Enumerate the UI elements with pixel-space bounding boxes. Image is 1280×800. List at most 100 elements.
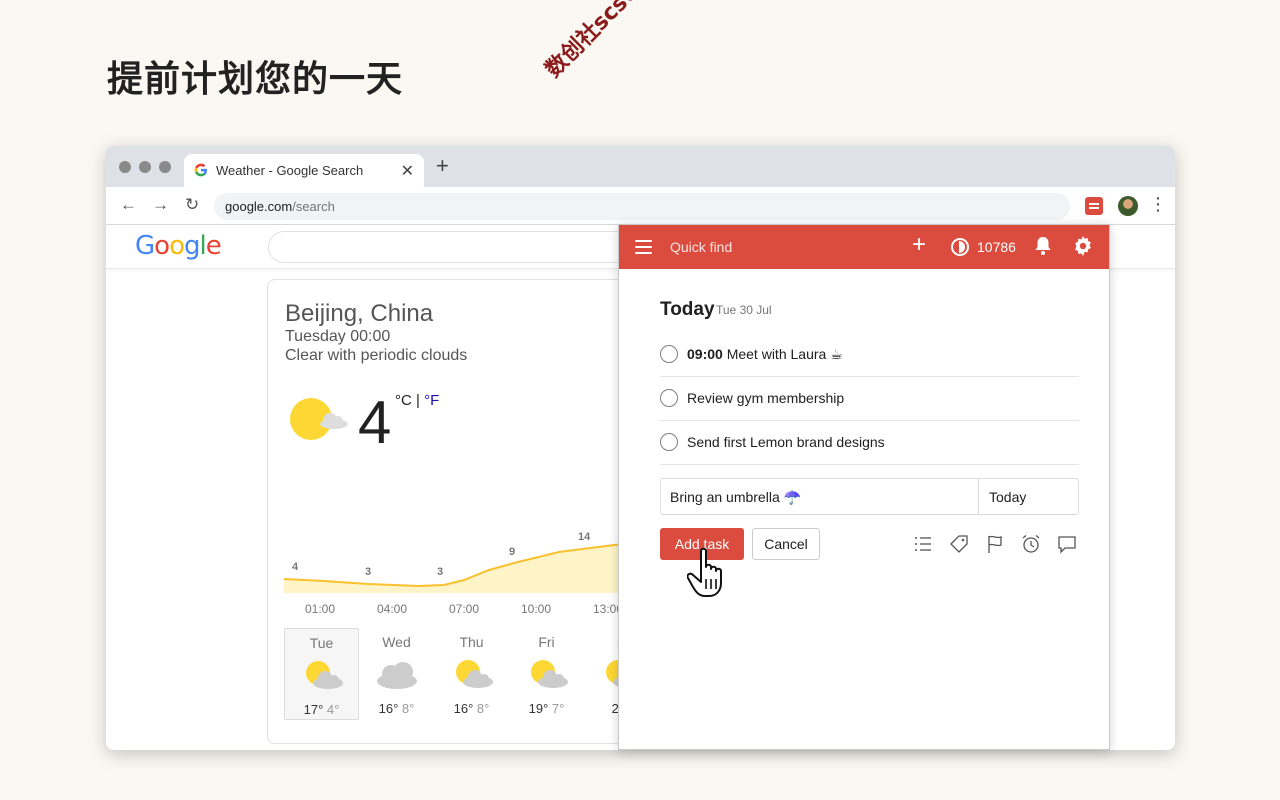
weather-time: Tuesday 00:00 — [285, 328, 391, 345]
todoist-extension-icon[interactable] — [1085, 197, 1103, 215]
chart-label: 3 — [365, 566, 372, 578]
quick-find-input[interactable]: Quick find — [670, 239, 732, 255]
day-high: 16° — [453, 701, 474, 716]
task-title: Send first Lemon brand designs — [687, 434, 885, 450]
day-low: 4° — [326, 702, 340, 717]
day-name: Tue — [309, 635, 334, 651]
url-host: google.com — [225, 199, 293, 214]
bell-icon[interactable] — [1034, 236, 1052, 256]
google-favicon-icon — [194, 163, 208, 180]
day-low: 7° — [551, 701, 565, 716]
google-logo-letter: g — [184, 231, 200, 261]
karma-count[interactable]: 10786 — [977, 239, 1016, 255]
label-tag-icon[interactable] — [949, 534, 969, 554]
task-title: Review gym membership — [687, 390, 845, 406]
forecast-day-thu[interactable]: Thu 16° 8° — [434, 628, 509, 720]
tab-weather[interactable]: Weather - Google Search ✕ — [184, 154, 424, 187]
google-logo-letter: e — [205, 231, 222, 261]
today-heading: Today — [660, 299, 715, 320]
unit-fahrenheit[interactable]: °F — [424, 392, 439, 409]
page-headline: 提前计划您的一天 — [107, 59, 404, 100]
project-list-icon[interactable] — [913, 534, 933, 554]
address-bar[interactable]: google.com/search — [214, 193, 1070, 220]
task-item[interactable]: Review gym membership — [660, 377, 1079, 421]
url-path: /search — [292, 199, 335, 214]
hour-label: 10:00 — [521, 602, 552, 616]
forecast-day-fri[interactable]: Fri 19° 7° — [509, 628, 584, 720]
forecast-day-wed[interactable]: Wed 16° 8° — [359, 628, 434, 720]
profile-avatar[interactable] — [1118, 196, 1138, 216]
google-logo-letter: o — [154, 231, 170, 261]
task-title: Meet with Laura ☕ — [722, 346, 843, 362]
temperature-chart — [284, 539, 668, 593]
partly-sunny-icon — [290, 398, 348, 440]
google-logo-letter: G — [135, 231, 155, 261]
karma-icon[interactable] — [951, 238, 969, 256]
watermark-text: 数创社scs66 — [540, 0, 655, 83]
day-high: 17° — [303, 702, 324, 717]
todoist-header: Quick find + 10786 — [619, 225, 1109, 269]
chart-label: 14 — [578, 531, 591, 543]
temperature-units: °C | °F — [395, 392, 439, 409]
window-minimize-dot[interactable] — [139, 161, 151, 173]
partly-sunny-icon — [305, 661, 343, 689]
browser-toolbar: ← → ↻ google.com/search ⋮ — [106, 187, 1175, 225]
google-logo-letter: o — [169, 231, 185, 261]
cancel-button[interactable]: Cancel — [752, 528, 820, 560]
partly-sunny-icon — [530, 660, 568, 688]
new-tab-icon[interactable]: + — [436, 155, 449, 177]
partly-sunny-icon — [455, 660, 493, 688]
unit-separator: | — [411, 392, 425, 409]
chart-label: 9 — [509, 546, 516, 558]
window-close-dot[interactable] — [119, 161, 131, 173]
add-task-plus-icon[interactable]: + — [912, 233, 926, 257]
reminder-alarm-icon[interactable] — [1021, 534, 1041, 554]
weather-temperature: 4 — [358, 389, 392, 456]
hand-pointer-icon — [687, 547, 722, 597]
gear-icon[interactable] — [1073, 236, 1093, 256]
weather-location: Beijing, China — [285, 300, 434, 327]
day-name: Fri — [538, 634, 555, 650]
day-high: 16° — [378, 701, 399, 716]
google-logo[interactable]: Google — [135, 231, 222, 261]
unit-celsius[interactable]: °C — [395, 392, 412, 409]
task-item[interactable]: Send first Lemon brand designs — [660, 421, 1079, 465]
due-date-input[interactable]: Today — [978, 479, 1078, 514]
back-arrow-icon[interactable]: ← — [120, 196, 137, 213]
day-high: 19° — [528, 701, 549, 716]
hour-label: 04:00 — [377, 602, 408, 616]
task-checkbox[interactable] — [660, 433, 678, 451]
day-temperatures: 19° 7° — [509, 701, 584, 716]
reload-icon[interactable]: ↻ — [185, 196, 199, 213]
task-content-input[interactable]: Bring an umbrella ☂️ — [670, 489, 801, 506]
comment-icon[interactable] — [1057, 534, 1077, 554]
task-checkbox[interactable] — [660, 389, 678, 407]
weather-card: Beijing, China Tuesday 00:00 Clear with … — [267, 279, 668, 744]
day-temperatures: 17° 4° — [285, 702, 358, 717]
day-temperatures: 16° 8° — [434, 701, 509, 716]
tab-close-icon[interactable]: ✕ — [401, 161, 414, 181]
forecast-day-tue[interactable]: Tue 17° 4° — [284, 628, 359, 720]
task-checkbox[interactable] — [660, 345, 678, 363]
weather-description: Clear with periodic clouds — [285, 347, 468, 364]
todoist-popup: Quick find + 10786 Today Tue 30 Jul 09:0… — [618, 224, 1110, 750]
tab-bar: Weather - Google Search ✕ + — [106, 146, 1175, 187]
chart-label: 3 — [437, 566, 444, 578]
tab-title: Weather - Google Search — [216, 163, 364, 178]
window-maximize-dot[interactable] — [159, 161, 171, 173]
forward-arrow-icon[interactable]: → — [152, 196, 169, 213]
priority-flag-icon[interactable] — [985, 534, 1005, 554]
task-editor[interactable]: Bring an umbrella ☂️ Today — [660, 478, 1079, 515]
task-text: 09:00 Meet with Laura ☕ — [687, 346, 843, 363]
day-name: Wed — [382, 634, 411, 650]
day-temperatures: 16° 8° — [359, 701, 434, 716]
day-low: 8° — [401, 701, 415, 716]
browser-menu-icon[interactable]: ⋮ — [1149, 195, 1167, 213]
day-low: 8° — [476, 701, 490, 716]
google-search-box[interactable] — [268, 231, 668, 263]
chart-label: 4 — [292, 561, 299, 573]
hamburger-menu-icon[interactable] — [635, 240, 652, 254]
task-item[interactable]: 09:00 Meet with Laura ☕ — [660, 333, 1079, 377]
today-date: Tue 30 Jul — [716, 303, 772, 317]
hour-label: 07:00 — [449, 602, 480, 616]
